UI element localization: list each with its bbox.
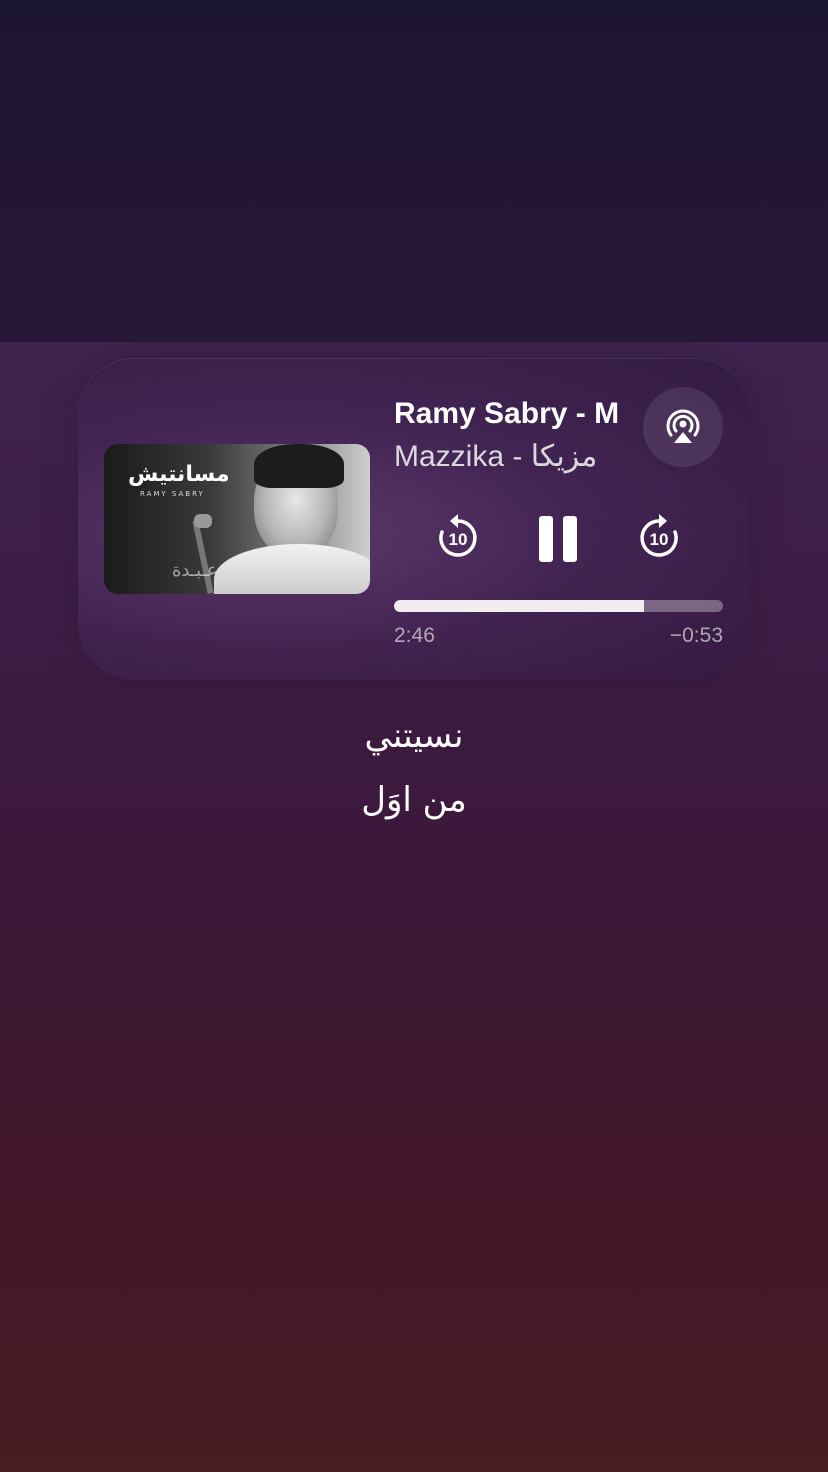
pause-icon [534, 516, 582, 562]
skip-forward-button[interactable]: 10 [633, 512, 685, 564]
time-elapsed: 2:46 [394, 624, 435, 647]
lyric-line-1: نسيتني [364, 716, 464, 756]
artwork-microphone-stand [192, 520, 214, 594]
skip-forward-icon: 10 [640, 514, 678, 557]
pause-button[interactable] [534, 512, 582, 566]
album-artwork[interactable]: مسانتيش RAMY SABRY عـبـدة [104, 444, 370, 594]
skip-back-icon: 10 [439, 514, 477, 557]
skip-back-seconds: 10 [449, 530, 468, 549]
artwork-hair [254, 444, 344, 488]
lyric-line-2: من اوَل [361, 780, 467, 820]
artwork-watermark: عـبـدة [172, 560, 218, 581]
playback-progress-fill [394, 600, 645, 612]
song-title: Ramy Sabry - M [394, 397, 620, 430]
playback-scrubber[interactable] [394, 600, 723, 612]
artwork-shirt [214, 544, 370, 594]
airplay-icon [666, 409, 700, 443]
song-artist: Mazzika - مزيكا [394, 440, 598, 473]
artwork-subtitle: RAMY SABRY [140, 490, 205, 498]
skip-back-button[interactable]: 10 [432, 512, 484, 564]
skip-forward-seconds: 10 [650, 530, 669, 549]
airplay-button[interactable] [643, 387, 723, 467]
artwork-microphone [194, 514, 212, 528]
artwork-title: مسانتيش [128, 462, 230, 487]
time-remaining: −0:53 [669, 624, 723, 647]
